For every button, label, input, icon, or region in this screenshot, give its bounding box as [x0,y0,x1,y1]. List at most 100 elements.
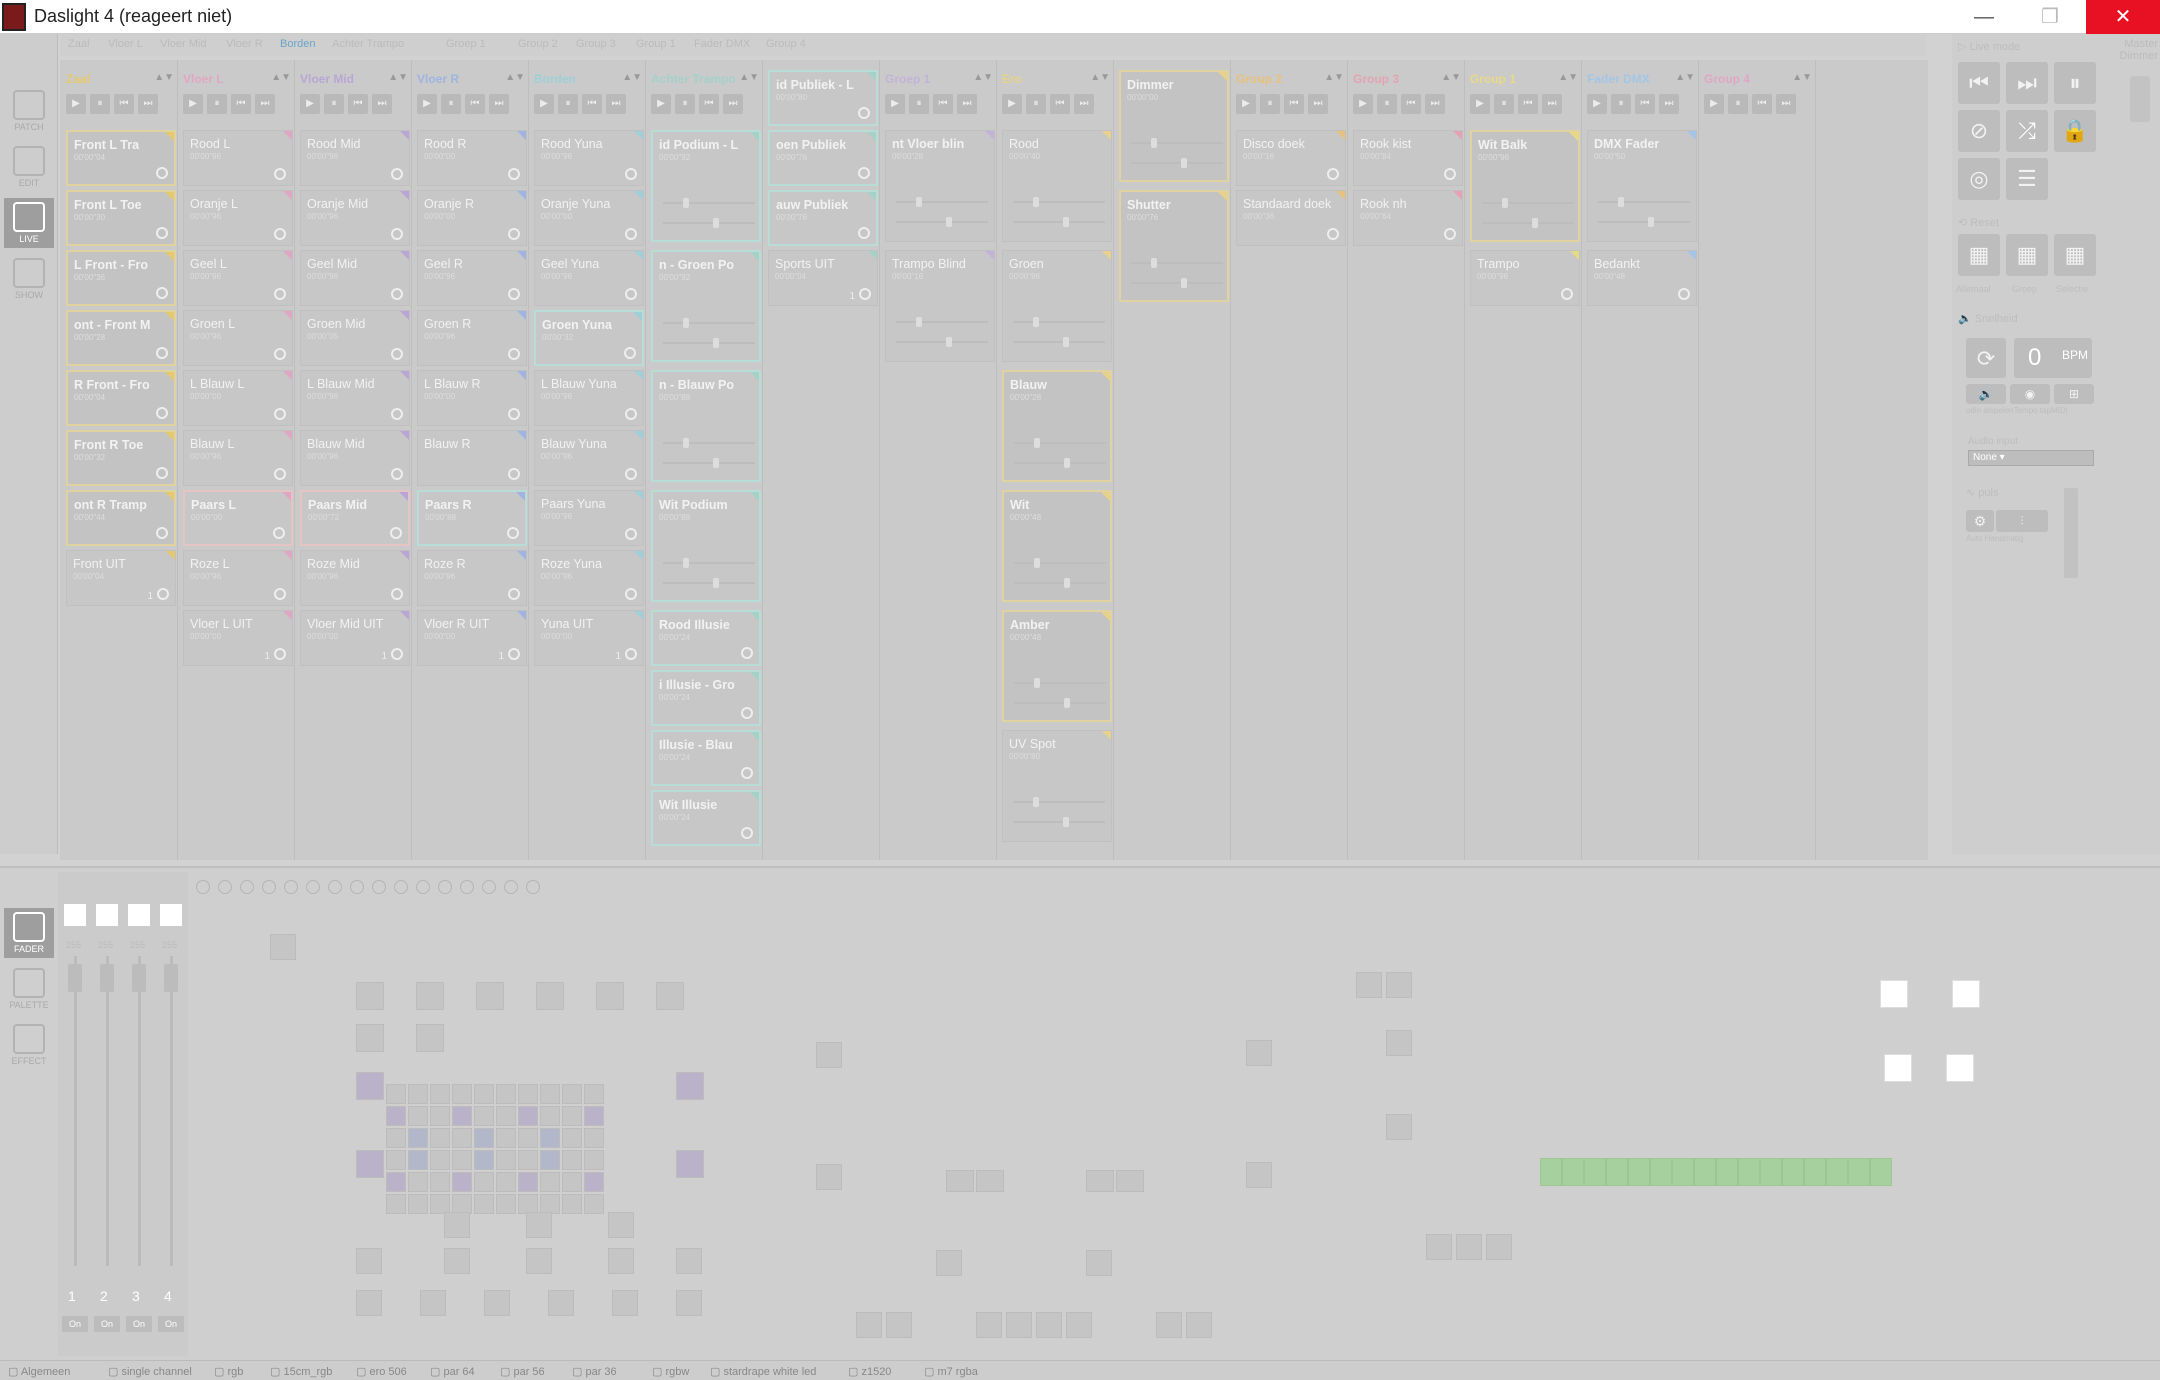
scene-card[interactable]: Blauw Mid 00'00"96 [300,430,410,486]
loop-icon[interactable] [508,648,520,660]
slider-knob[interactable] [713,458,719,468]
status-tab-8[interactable]: ▢ rgbw [652,1365,689,1378]
slider-knob[interactable] [683,198,689,208]
fixture[interactable] [540,1128,560,1148]
loop-icon[interactable] [508,168,520,180]
scene-card[interactable]: Wit Balk 00'00"96 [1470,130,1580,242]
scene-slider[interactable] [1131,278,1223,288]
scene-card[interactable]: n - Blauw Po 00'00"88 [651,370,761,482]
mirror-icon[interactable] [394,880,408,894]
sort-chevron-icon[interactable]: ▲▼ [271,72,291,83]
slider-knob[interactable] [1034,678,1040,688]
status-tab-5[interactable]: ▢ par 64 [430,1365,475,1378]
stage-view[interactable] [196,900,2152,1350]
prev-icon[interactable]: ⏮ [582,94,602,114]
slider-knob[interactable] [1181,158,1187,168]
scene-card[interactable]: i Illusie - Gro 00'00"24 [651,670,761,726]
fixture[interactable] [1760,1158,1782,1186]
scene-card[interactable]: Geel Mid 00'00"96 [300,250,410,306]
scene-card[interactable]: Roze Yuna 00'00"96 [534,550,644,606]
loop-icon[interactable] [508,348,520,360]
prev-icon[interactable]: ⏮ [1401,94,1421,114]
scene-card[interactable]: Roze L 00'00"96 [183,550,293,606]
fixture[interactable] [936,1250,962,1276]
slider-knob[interactable] [1063,817,1069,827]
scene-card[interactable]: Standaard doek 00'00"36 [1236,190,1346,246]
fixture[interactable] [444,1248,470,1274]
zoom-in-icon[interactable] [196,880,210,894]
slider-knob[interactable] [946,337,952,347]
scene-card[interactable]: Rood Yuna 00'00"96 [534,130,644,186]
play-icon[interactable]: ▶ [183,94,203,114]
midi-icon[interactable]: ⊞ [2054,384,2094,404]
fixture[interactable] [548,1290,574,1316]
scene-slider[interactable] [663,458,755,468]
tab-3[interactable]: Vloer R [226,38,263,50]
fixture[interactable] [1848,1158,1870,1186]
sort-chevron-icon[interactable]: ▲▼ [1324,72,1344,83]
loop-icon[interactable] [1561,288,1573,300]
prev-icon[interactable]: ⏮ [1518,94,1538,114]
select-icon[interactable] [306,880,320,894]
tab-11[interactable]: Group 4 [766,38,806,50]
fixture[interactable] [430,1150,450,1170]
status-tab-10[interactable]: ▢ z1520 [848,1365,891,1378]
scene-slider[interactable] [1014,698,1106,708]
scene-slider[interactable] [1014,578,1106,588]
fixture[interactable] [1116,1170,1144,1192]
camera-icon[interactable]: ◎ [1958,158,2000,200]
fixture[interactable] [408,1106,428,1126]
pause-icon[interactable]: ⏸ [2054,62,2096,104]
fixture[interactable] [1246,1040,1272,1066]
nav-patch[interactable]: PATCH [4,86,54,136]
scene-card[interactable]: oen Publiek 00'00"76 [768,130,878,186]
prev-icon[interactable]: ⏮ [465,94,485,114]
fixture[interactable] [562,1084,582,1104]
fixture[interactable] [408,1194,428,1214]
fixture[interactable] [1066,1312,1092,1338]
fixture[interactable] [386,1106,406,1126]
scene-card[interactable]: Front UIT 00'00"04 1 [66,550,176,606]
tab-8[interactable]: Group 3 [576,38,616,50]
play-icon[interactable]: ▶ [1470,94,1490,114]
loop-icon[interactable] [859,288,871,300]
fixture[interactable] [452,1106,472,1126]
pulse-slider[interactable] [2064,488,2078,578]
scene-card[interactable]: ont - Front M 00'00"28 [66,310,176,366]
play-icon[interactable]: ▶ [885,94,905,114]
scene-card[interactable]: Vloer Mid UIT 00'00"00 1 [300,610,410,666]
fixture[interactable] [886,1312,912,1338]
prev-icon[interactable]: ⏮ [933,94,953,114]
fixture[interactable] [1738,1158,1760,1186]
fixture[interactable] [474,1084,494,1104]
next-icon[interactable]: ⏭ [1308,94,1328,114]
loop-icon[interactable] [508,228,520,240]
pause-icon[interactable]: ⏸ [1026,94,1046,114]
loop-icon[interactable] [625,648,637,660]
fixture[interactable] [976,1312,1002,1338]
link-icon[interactable] [526,880,540,894]
scene-slider[interactable] [1013,797,1105,807]
tab-0[interactable]: Zaal [68,38,89,50]
scene-card[interactable]: Rood L 00'00"96 [183,130,293,186]
bottomnav-palette[interactable]: PALETTE [4,964,54,1014]
fader-on-button[interactable]: On [158,1316,184,1332]
loop-icon[interactable] [625,168,637,180]
scene-card[interactable]: DMX Fader 00'00"50 [1587,130,1697,242]
fixture[interactable] [356,1150,384,1178]
slider-knob[interactable] [713,338,719,348]
fixture[interactable] [656,982,684,1010]
sort-chevron-icon[interactable]: ▲▼ [505,72,525,83]
fixture[interactable] [484,1290,510,1316]
next-icon[interactable]: ⏭ [489,94,509,114]
fixture[interactable] [496,1194,516,1214]
fixture[interactable] [1426,1234,1452,1260]
tab-2[interactable]: Vloer Mid [160,38,206,50]
scene-slider[interactable] [1013,337,1105,347]
fixture[interactable] [540,1084,560,1104]
fixture[interactable] [496,1084,516,1104]
fixture[interactable] [1628,1158,1650,1186]
loop-icon[interactable] [156,527,168,539]
fixture[interactable] [408,1128,428,1148]
sort-chevron-icon[interactable]: ▲▼ [154,72,174,83]
